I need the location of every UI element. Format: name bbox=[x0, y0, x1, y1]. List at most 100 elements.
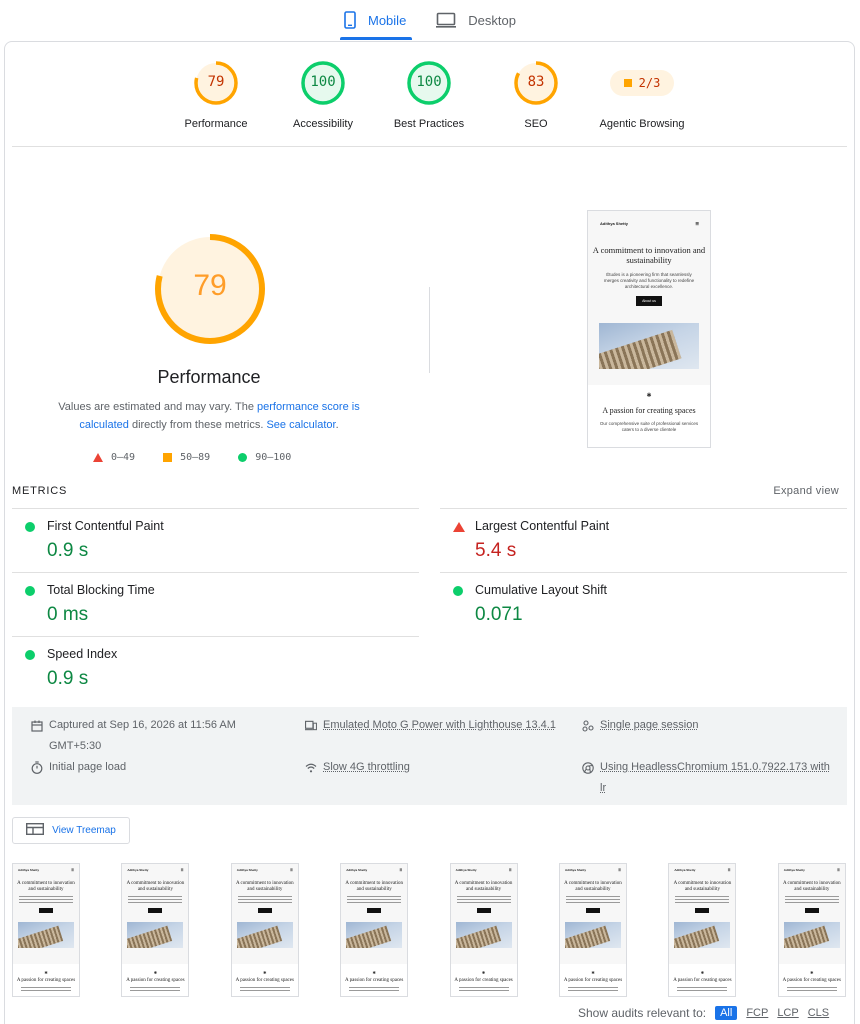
best-practices-score: 100 bbox=[416, 74, 442, 90]
performance-label: Performance bbox=[184, 118, 248, 130]
frame-heading-2: A passion for creating spaces bbox=[782, 978, 841, 983]
frame-header: Adithya Shetty ☰ bbox=[13, 868, 79, 872]
frame-heading: A commitment to innovation and sustainab… bbox=[673, 881, 732, 892]
performance-big-score: 79 bbox=[193, 269, 227, 302]
env-session-text[interactable]: Single page session bbox=[600, 715, 698, 736]
hamburger-menu-icon: ☰ bbox=[508, 868, 512, 872]
frame-site-name: Adithya Shetty bbox=[18, 868, 40, 872]
seo-label: SEO bbox=[524, 118, 548, 130]
frame-heading: A commitment to innovation and sustainab… bbox=[126, 881, 185, 892]
env-device-text[interactable]: Emulated Moto G Power with Lighthouse 13… bbox=[323, 715, 556, 736]
audit-filter-label: Show audits relevant to: bbox=[578, 1006, 707, 1020]
frame-body-lines bbox=[568, 987, 618, 992]
screenshot-button: About us bbox=[636, 296, 662, 306]
frame-site-name: Adithya Shetty bbox=[674, 868, 696, 872]
performance-big-gauge: 79 bbox=[154, 233, 266, 345]
agentic-label: Agentic Browsing bbox=[599, 118, 685, 130]
metric-name: Largest Contentful Paint bbox=[475, 519, 610, 533]
frame-heading-2: A passion for creating spaces bbox=[563, 978, 623, 983]
filmstrip-frame: Adithya Shetty ☰ A commitment to innovatio… bbox=[449, 863, 518, 997]
metrics-title: METRICS bbox=[12, 485, 68, 497]
tab-mobile[interactable]: Mobile bbox=[339, 0, 413, 40]
gauge-agentic-browsing[interactable]: 2/3 Agentic Browsing bbox=[587, 61, 697, 130]
metrics-header: METRICS Expand view bbox=[12, 485, 839, 497]
gauge-accessibility[interactable]: 100 Accessibility bbox=[268, 61, 378, 130]
filmstrip-frame: Adithya Shetty ☰ A commitment to innovatio… bbox=[12, 863, 80, 997]
frame-body-lines bbox=[458, 987, 509, 992]
legend-fail-range: 0–49 bbox=[111, 452, 136, 463]
tab-mobile-label: Mobile bbox=[368, 12, 407, 28]
performance-score: 79 bbox=[207, 74, 225, 90]
frame-building-image bbox=[783, 922, 840, 948]
metric-name: First Contentful Paint bbox=[47, 519, 164, 533]
final-screenshot[interactable]: Adithya Shetty ☰ A commitment to innovati… bbox=[587, 210, 711, 448]
average-square-icon bbox=[623, 79, 632, 87]
timer-icon bbox=[31, 757, 43, 778]
frame-site-name: Adithya Shetty bbox=[783, 868, 805, 872]
accessibility-ring: 100 bbox=[301, 61, 345, 105]
env-throttling: Slow 4G throttling bbox=[305, 757, 410, 778]
frame-button bbox=[367, 908, 382, 913]
frame-heading: A commitment to innovation and sustainab… bbox=[345, 881, 403, 892]
gauge-performance[interactable]: 79 Performance bbox=[161, 61, 271, 130]
legend-fail: 0–49 bbox=[93, 452, 135, 463]
gauge-best-practices[interactable]: 100 Best Practices bbox=[374, 61, 484, 130]
fail-triangle-icon bbox=[453, 522, 465, 532]
seo-ring: 83 bbox=[514, 61, 558, 105]
env-browser-text[interactable]: Using HeadlessChromium 151.0.7922.173 wi… bbox=[600, 757, 837, 799]
legend-pass-range: 90–100 bbox=[255, 452, 292, 463]
frame-building-image bbox=[455, 922, 512, 948]
frame-heading: A commitment to innovation and sustainab… bbox=[235, 881, 294, 892]
divider bbox=[12, 146, 847, 147]
metric-name: Total Blocking Time bbox=[47, 583, 155, 597]
frame-building-image bbox=[236, 922, 293, 948]
filter-chip-lcp[interactable]: LCP bbox=[777, 1007, 798, 1019]
devices-icon bbox=[305, 715, 317, 736]
filmstrip-frame: Adithya Shetty ☰ A commitment to innovatio… bbox=[230, 863, 299, 997]
metric-value: 0.071 bbox=[475, 604, 523, 625]
frame-body-lines bbox=[19, 896, 73, 905]
env-session: Single page session bbox=[582, 715, 698, 736]
tab-desktop[interactable]: Desktop bbox=[434, 0, 518, 40]
legend-average-range: 50–89 bbox=[180, 452, 211, 463]
frame-sparkle-icon: ✱ bbox=[263, 970, 267, 975]
desktop-monitor-icon bbox=[436, 12, 457, 28]
hamburger-menu-icon: ☰ bbox=[618, 868, 621, 872]
legend-pass: 90–100 bbox=[238, 452, 291, 463]
filter-chip-cls[interactable]: CLS bbox=[808, 1007, 829, 1019]
wifi-icon bbox=[305, 757, 317, 778]
frame-sparkle-icon: ✱ bbox=[700, 970, 705, 975]
frame-header: Adithya Shetty ☰ bbox=[560, 868, 626, 872]
tab-desktop-label: Desktop bbox=[468, 12, 516, 28]
screenshot-body-2: Our comprehensive suite of professional … bbox=[599, 421, 699, 432]
frame-button bbox=[695, 908, 710, 913]
vertical-separator bbox=[429, 287, 430, 373]
screenshot-body: Études is a pioneering firm that seamles… bbox=[603, 272, 695, 289]
metric-value: 5.4 s bbox=[475, 540, 517, 561]
filter-chip-fcp[interactable]: FCP bbox=[746, 1007, 768, 1019]
calendar-icon bbox=[31, 715, 43, 736]
metric-value: 0 ms bbox=[47, 604, 89, 625]
view-treemap-button[interactable]: View Treemap bbox=[12, 817, 130, 844]
screenshot-heading-2: A passion for creating spaces bbox=[602, 406, 696, 415]
frame-hero: Adithya Shetty ☰ A commitment to innovatio… bbox=[778, 864, 845, 964]
hamburger-menu-icon: ☰ bbox=[837, 868, 840, 872]
filter-chip-all[interactable]: All bbox=[715, 1006, 738, 1020]
expand-view-toggle[interactable]: Expand view bbox=[773, 485, 839, 497]
metric-total-blocking-time: Total Blocking Time 0 ms bbox=[12, 572, 419, 636]
metric-name: Speed Index bbox=[47, 647, 118, 661]
agentic-pill: 2/3 bbox=[610, 70, 674, 96]
metric-first-contentful-paint: First Contentful Paint 0.9 s bbox=[12, 508, 419, 572]
metric-cumulative-layout-shift: Cumulative Layout Shift 0.071 bbox=[440, 572, 847, 636]
average-square-icon bbox=[163, 453, 173, 462]
frame-body-lines bbox=[349, 987, 400, 992]
env-throttling-text[interactable]: Slow 4G throttling bbox=[323, 757, 410, 778]
seo-score: 83 bbox=[527, 74, 545, 90]
gauge-seo[interactable]: 83 SEO bbox=[481, 61, 591, 130]
frame-button bbox=[257, 908, 272, 913]
env-captured-text: Captured at Sep 16, 2026 at 11:56 AM GMT… bbox=[49, 719, 236, 752]
see-calculator-link[interactable]: See calculator bbox=[266, 419, 335, 431]
frame-hero: Adithya Shetty ☰ A commitment to innovatio… bbox=[341, 864, 408, 964]
frame-building-image bbox=[674, 922, 731, 948]
frame-hero: Adithya Shetty ☰ A commitment to innovatio… bbox=[450, 864, 517, 964]
